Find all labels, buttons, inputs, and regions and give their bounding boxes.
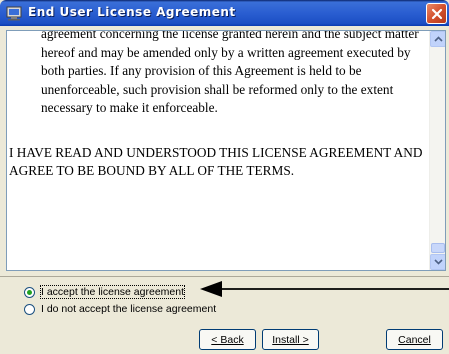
- scroll-down-button[interactable]: [430, 254, 445, 270]
- separator-line: [0, 276, 449, 277]
- accept-option[interactable]: I accept the license agreement: [24, 284, 186, 300]
- scroll-thumb[interactable]: [431, 243, 445, 253]
- cancel-button[interactable]: Cancel: [386, 329, 443, 350]
- license-text-content: agreement concerning the license granted…: [7, 31, 430, 270]
- decline-label[interactable]: I do not accept the license agreement: [41, 303, 216, 315]
- installer-icon: [6, 5, 22, 21]
- cancel-button-label: Cancel: [398, 333, 431, 346]
- title-bar[interactable]: End User License Agreement: [0, 0, 449, 26]
- scroll-up-button[interactable]: [430, 31, 445, 47]
- window-title: End User License Agreement: [28, 5, 236, 19]
- arrow-left-icon: [200, 281, 449, 297]
- install-button-label: Install >: [272, 333, 309, 346]
- back-button[interactable]: < Back: [199, 329, 256, 350]
- accept-label[interactable]: I accept the license agreement: [39, 285, 186, 299]
- license-text-box[interactable]: agreement concerning the license granted…: [6, 30, 446, 271]
- decline-radio[interactable]: [24, 303, 35, 315]
- install-button[interactable]: Install >: [262, 329, 319, 350]
- license-dialog: End User License Agreement agreement con…: [0, 0, 449, 354]
- accept-radio[interactable]: [24, 286, 35, 298]
- license-terms-statement: I HAVE READ AND UNDERSTOOD THIS LICENSE …: [9, 144, 423, 179]
- back-button-label: < Back: [211, 333, 244, 346]
- close-icon: [431, 8, 443, 20]
- chevron-down-icon: [434, 259, 443, 265]
- vertical-scrollbar[interactable]: [429, 31, 445, 270]
- chevron-up-icon: [434, 36, 443, 42]
- license-paragraph: agreement concerning the license granted…: [41, 31, 419, 115]
- close-button[interactable]: [426, 3, 447, 24]
- decline-option[interactable]: I do not accept the license agreement: [24, 301, 216, 317]
